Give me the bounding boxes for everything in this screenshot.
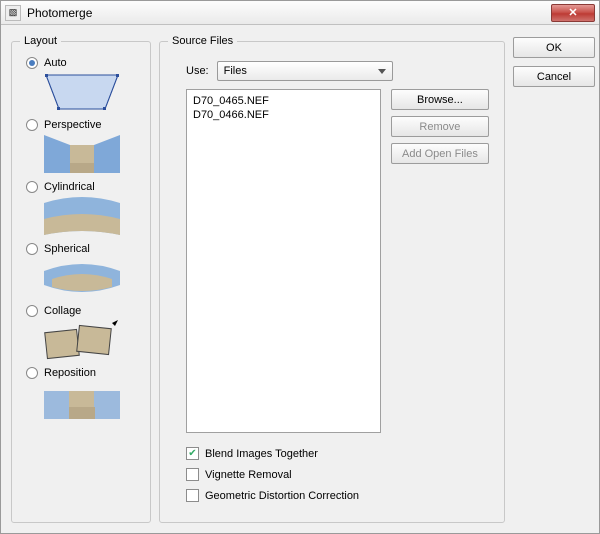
layout-label: Spherical (44, 243, 90, 255)
layout-label: Cylindrical (44, 181, 95, 193)
dialog-actions: OK Cancel (513, 35, 589, 523)
window-title: Photomerge (27, 6, 551, 20)
layout-label: Auto (44, 57, 67, 69)
layout-cylindrical-thumb (42, 195, 122, 237)
file-list[interactable]: D70_0465.NEF D70_0466.NEF (186, 89, 381, 433)
photomerge-dialog: ▧ Photomerge ✕ Layout Auto Perspective (0, 0, 600, 534)
add-open-files-button[interactable]: Add Open Files (391, 143, 489, 164)
check-label: Blend Images Together (205, 448, 318, 460)
checkbox-icon: ✔ (186, 447, 199, 460)
source-legend: Source Files (168, 35, 237, 47)
use-label: Use: (186, 65, 209, 77)
remove-button[interactable]: Remove (391, 116, 489, 137)
radio-icon (26, 243, 38, 255)
vignette-checkbox[interactable]: Vignette Removal (186, 468, 496, 481)
use-value: Files (224, 65, 247, 77)
ok-button[interactable]: OK (513, 37, 595, 58)
layout-reposition-thumb (42, 381, 122, 423)
radio-icon (26, 305, 38, 317)
layout-perspective-thumb (42, 133, 122, 175)
source-checks: ✔ Blend Images Together Vignette Removal… (186, 447, 496, 502)
app-icon: ▧ (5, 5, 21, 21)
cancel-button[interactable]: Cancel (513, 66, 595, 87)
layout-auto[interactable]: Auto (26, 57, 142, 69)
layout-cylindrical[interactable]: Cylindrical (26, 181, 142, 193)
radio-icon (26, 367, 38, 379)
check-label: Vignette Removal (205, 469, 292, 481)
layout-group: Layout Auto Perspective Cylindrical (11, 35, 151, 523)
dialog-body: Layout Auto Perspective Cylindrical (1, 25, 599, 533)
radio-icon (26, 119, 38, 131)
layout-collage-thumb (42, 319, 122, 361)
file-item[interactable]: D70_0466.NEF (193, 108, 374, 122)
layout-spherical[interactable]: Spherical (26, 243, 142, 255)
layout-auto-thumb (42, 71, 122, 113)
layout-reposition[interactable]: Reposition (26, 367, 142, 379)
layout-spherical-thumb (42, 257, 122, 299)
layout-legend: Layout (20, 35, 61, 47)
blend-checkbox[interactable]: ✔ Blend Images Together (186, 447, 496, 460)
layout-label: Perspective (44, 119, 101, 131)
checkbox-icon (186, 489, 199, 502)
close-icon: ✕ (568, 6, 577, 19)
checkbox-icon (186, 468, 199, 481)
radio-icon (26, 57, 38, 69)
use-row: Use: Files (186, 61, 496, 81)
file-item[interactable]: D70_0465.NEF (193, 94, 374, 108)
close-button[interactable]: ✕ (551, 4, 595, 22)
source-main: D70_0465.NEF D70_0466.NEF Browse... Remo… (186, 89, 496, 433)
use-select[interactable]: Files (217, 61, 393, 81)
layout-collage[interactable]: Collage (26, 305, 142, 317)
titlebar: ▧ Photomerge ✕ (1, 1, 599, 25)
browse-button[interactable]: Browse... (391, 89, 489, 110)
layout-label: Collage (44, 305, 81, 317)
radio-icon (26, 181, 38, 193)
source-buttons: Browse... Remove Add Open Files (391, 89, 489, 433)
layout-label: Reposition (44, 367, 96, 379)
chevron-down-icon (378, 69, 386, 74)
check-label: Geometric Distortion Correction (205, 490, 359, 502)
layout-perspective[interactable]: Perspective (26, 119, 142, 131)
source-files-group: Source Files Use: Files D70_0465.NEF D70… (159, 35, 505, 523)
distortion-checkbox[interactable]: Geometric Distortion Correction (186, 489, 496, 502)
